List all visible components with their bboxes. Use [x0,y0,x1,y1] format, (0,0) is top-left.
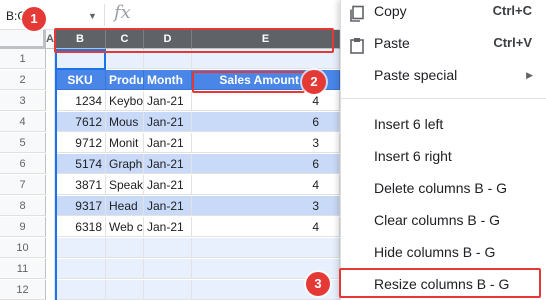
row-header-4[interactable]: 4 [0,112,46,132]
cell[interactable] [55,280,106,300]
menu-item-label: Clear columns B - G [374,212,501,228]
table-cell[interactable]: 1234 [55,91,106,111]
paste-icon [348,34,366,54]
cell[interactable] [192,238,340,258]
menu-shortcut: Ctrl+V [493,35,532,50]
menu-item-resize-columns[interactable]: Resize columns B - G [341,268,546,300]
table-cell[interactable]: 6 [192,112,340,132]
table-cell[interactable]: Jan-21 [144,217,192,237]
annotation-badge-2: 2 [302,70,326,94]
table-cell[interactable]: Monit [106,133,144,153]
table-cell[interactable]: 9317 [55,196,106,216]
table-cell[interactable]: Speak [106,175,144,195]
row-header-10[interactable]: 10 [0,238,46,258]
row-header-6[interactable]: 6 [0,154,46,174]
table-cell[interactable]: 6 [192,154,340,174]
context-menu: Copy Ctrl+C Paste Ctrl+V Paste special ▶… [340,0,546,300]
select-all-corner[interactable] [0,30,46,49]
column-header-b[interactable]: B [55,30,106,49]
copy-icon [348,2,366,22]
table-cell[interactable]: 3 [192,196,340,216]
menu-shortcut: Ctrl+C [492,3,532,18]
cell[interactable] [106,49,144,69]
column-header-e[interactable]: E [192,30,340,49]
table-cell[interactable]: Head [106,196,144,216]
table-cell[interactable]: 4 [192,175,340,195]
table-cell[interactable]: Jan-21 [144,112,192,132]
row-header-2[interactable]: 2 [0,70,46,90]
table-cell[interactable]: 4 [192,91,340,111]
menu-divider [341,98,546,99]
menu-item-label: Delete columns B - G [374,180,508,196]
menu-item-delete-columns[interactable]: Delete columns B - G [341,172,546,204]
menu-item-insert-right[interactable]: Insert 6 right [341,140,546,172]
column-header-d[interactable]: D [144,30,192,49]
menu-item-label: Insert 6 left [374,116,444,132]
chevron-down-icon[interactable]: ▼ [88,4,97,28]
spreadsheet-grid: A B C D E 1 2 3 4 5 6 7 8 9 10 11 12 SKU… [0,30,340,300]
annotation-badge-1: 1 [22,7,46,31]
menu-item-paste[interactable]: Paste Ctrl+V [341,27,546,59]
menu-item-paste-special[interactable]: Paste special ▶ [341,59,546,91]
divider [104,4,105,26]
column-a-cells[interactable] [46,49,55,300]
cell[interactable] [55,259,106,279]
row-header-12[interactable]: 12 [0,280,46,300]
table-cell[interactable]: Keybo [106,91,144,111]
table-cell[interactable]: Jan-21 [144,175,192,195]
header-cell-product[interactable]: Produ [106,70,144,90]
row-header-3[interactable]: 3 [0,91,46,111]
menu-item-label: Hide columns B - G [374,244,496,260]
table-cell[interactable]: 3871 [55,175,106,195]
cell[interactable] [106,259,144,279]
cell[interactable] [192,49,340,69]
header-cell-sku[interactable]: SKU [55,70,106,90]
cell[interactable] [106,280,144,300]
table-cell[interactable]: Mous [106,112,144,132]
row-header-11[interactable]: 11 [0,259,46,279]
table-cell[interactable]: Graph [106,154,144,174]
table-cell[interactable]: 6318 [55,217,106,237]
cell[interactable] [144,259,192,279]
menu-item-label: Paste special [374,67,458,83]
menu-item-label: Copy [374,3,407,19]
row-header-5[interactable]: 5 [0,133,46,153]
function-icon: fx [114,2,131,23]
cell[interactable] [55,49,106,69]
table-cell[interactable]: 4 [192,217,340,237]
table-cell[interactable]: 3 [192,133,340,153]
header-cell-month[interactable]: Month [144,70,192,90]
table-cell[interactable]: 9712 [55,133,106,153]
table-cell[interactable]: Jan-21 [144,91,192,111]
row-header-1[interactable]: 1 [0,49,46,69]
table-cell[interactable]: 5174 [55,154,106,174]
cell[interactable] [144,49,192,69]
menu-item-label: Paste [374,35,410,51]
table-cell[interactable]: 7612 [55,112,106,132]
row-header-9[interactable]: 9 [0,217,46,237]
cell[interactable] [55,238,106,258]
cell[interactable] [106,238,144,258]
menu-item-label: Resize columns B - G [374,276,510,292]
column-header-a[interactable]: A [46,30,55,49]
row-header-8[interactable]: 8 [0,196,46,216]
submenu-arrow-icon: ▶ [526,70,533,80]
cell[interactable] [144,238,192,258]
table-cell[interactable]: Jan-21 [144,133,192,153]
column-header-c[interactable]: C [106,30,144,49]
table-cell[interactable]: Jan-21 [144,196,192,216]
menu-item-insert-left[interactable]: Insert 6 left [341,108,546,140]
table-cell[interactable]: Web c [106,217,144,237]
row-header-7[interactable]: 7 [0,175,46,195]
menu-item-label: Insert 6 right [374,148,452,164]
menu-item-copy[interactable]: Copy Ctrl+C [341,0,546,27]
cell[interactable] [144,280,192,300]
menu-item-clear-columns[interactable]: Clear columns B - G [341,204,546,236]
menu-item-hide-columns[interactable]: Hide columns B - G [341,236,546,268]
annotation-badge-3: 3 [306,272,330,296]
table-cell[interactable]: Jan-21 [144,154,192,174]
